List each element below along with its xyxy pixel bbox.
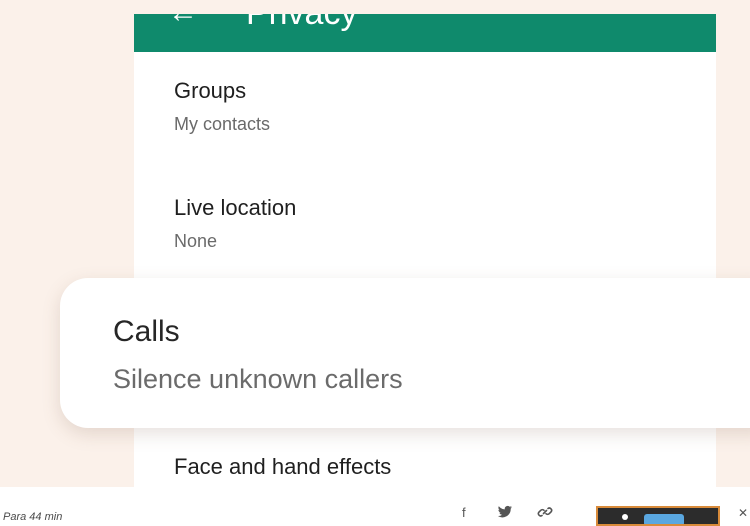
link-icon[interactable] — [537, 505, 553, 523]
setting-subtitle: My contacts — [174, 114, 271, 134]
setting-item-live-location[interactable]: Live location None — [174, 195, 296, 253]
app-bar: ← Privacy — [134, 14, 716, 52]
article-image: ← Privacy Groups My contacts Live locati… — [0, 0, 750, 487]
setting-title: Face and hand effects — [174, 454, 392, 479]
twitter-icon[interactable] — [497, 505, 513, 523]
callout-title: Calls — [113, 315, 180, 348]
close-icon[interactable]: ✕ — [738, 506, 748, 520]
setting-title: Live location — [174, 195, 297, 220]
setting-subtitle: None — [174, 231, 218, 251]
facebook-icon[interactable]: f — [462, 505, 466, 521]
setting-item-groups[interactable]: Groups My contacts — [174, 78, 270, 136]
thumbnail-dot — [622, 514, 628, 520]
setting-item-face-hand-effects[interactable]: Face and hand effects — [174, 454, 391, 480]
back-arrow-icon[interactable]: ← — [168, 14, 198, 28]
ad-thumbnail[interactable] — [596, 506, 720, 526]
calls-callout-card[interactable]: Calls Silence unknown callers — [60, 278, 750, 428]
setting-title: Groups — [174, 78, 247, 103]
callout-subtitle: Silence unknown callers — [113, 364, 403, 394]
footer-caption: Para 44 min — [3, 511, 63, 523]
screen-title: Privacy — [246, 14, 357, 33]
thumbnail-graphic — [644, 514, 684, 524]
